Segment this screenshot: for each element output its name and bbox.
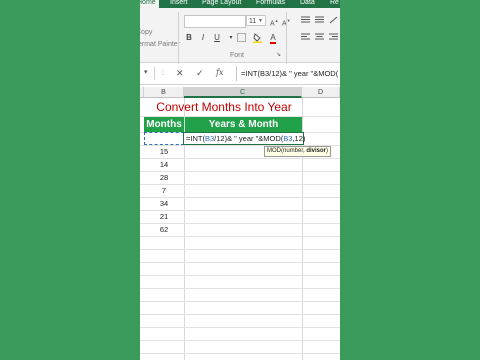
sheet-title-cell[interactable]: Convert Months Into Year xyxy=(146,99,302,116)
insert-function-icon[interactable]: fx xyxy=(216,66,223,80)
tooltip-current-arg: divisor xyxy=(306,148,327,154)
header-cell-years-month[interactable]: Years & Month xyxy=(185,117,302,132)
font-dialog-launcher-icon[interactable]: ↘ xyxy=(276,51,281,60)
tab-insert[interactable]: Insert xyxy=(170,0,188,8)
month-cell[interactable]: 21 xyxy=(144,210,184,223)
increase-font-icon[interactable]: A▲ xyxy=(270,16,279,28)
column-header-c[interactable]: C xyxy=(184,87,302,98)
italic-button[interactable]: I xyxy=(198,33,208,43)
gridline xyxy=(140,301,340,302)
cancel-icon[interactable]: ✕ xyxy=(176,66,184,80)
enter-icon[interactable]: ✓ xyxy=(196,66,204,80)
gridline xyxy=(140,340,340,341)
month-cell[interactable]: 28 xyxy=(144,171,184,184)
month-cell[interactable]: 62 xyxy=(144,223,184,236)
tab-home[interactable]: Home xyxy=(140,0,159,8)
excel-window: Home Insert Page Layout Formulas Data Re… xyxy=(140,0,340,360)
bold-button[interactable]: B xyxy=(184,33,194,43)
ribbon: Copy ermat Painter 11 ▼ A▲ A▼ B I U ▾ A … xyxy=(140,8,340,64)
align-right-icon[interactable] xyxy=(328,33,338,44)
align-left-icon[interactable] xyxy=(300,33,310,44)
group-divider xyxy=(286,12,287,64)
dropdown-arrow-icon[interactable]: ▾ xyxy=(226,33,236,43)
tab-data[interactable]: Data xyxy=(300,0,315,8)
chevron-down-icon: ▼ xyxy=(258,18,263,24)
function-tooltip[interactable]: MOD(number, divisor) xyxy=(264,146,332,157)
font-name-select[interactable] xyxy=(184,15,246,28)
gridline xyxy=(140,249,340,250)
tab-review[interactable]: Re xyxy=(330,0,339,8)
month-cell[interactable]: 7 xyxy=(144,184,184,197)
gridline xyxy=(140,314,340,315)
fill-color-icon[interactable] xyxy=(252,33,262,46)
font-group-label: Font xyxy=(230,52,245,59)
column-header-b[interactable]: B xyxy=(144,87,184,98)
month-cell[interactable]: 34 xyxy=(144,197,184,210)
font-size-select[interactable]: 11 ▼ xyxy=(246,15,266,26)
gridline xyxy=(140,275,340,276)
more-options-icon[interactable]: ⋮ xyxy=(160,66,166,80)
cell-reference: B3 xyxy=(204,134,215,143)
font-color-icon[interactable]: A xyxy=(268,33,278,44)
tab-formulas[interactable]: Formulas xyxy=(256,0,285,8)
gridline xyxy=(140,353,340,354)
align-center-icon[interactable] xyxy=(314,33,324,44)
formula-bar: ▾ ⋮ ✕ ✓ fx =INT(B3/12)& " year "&MOD( xyxy=(140,64,340,85)
column-header-d[interactable]: D xyxy=(302,87,340,98)
group-divider xyxy=(178,12,179,64)
gridline xyxy=(140,236,340,237)
gridline xyxy=(140,327,340,328)
month-cell[interactable]: 15 xyxy=(144,145,184,158)
copy-button[interactable]: Copy xyxy=(140,28,152,37)
tooltip-close-paren: ) xyxy=(326,148,329,154)
tooltip-function: MOD(number, xyxy=(267,148,307,154)
name-box[interactable]: ▾ xyxy=(140,67,155,80)
header-cell-months[interactable]: Months xyxy=(144,117,184,132)
month-cell[interactable]: 14 xyxy=(144,158,184,171)
align-top-icon[interactable] xyxy=(300,16,310,27)
formula-text: /12)& " year "&MOD( xyxy=(214,134,284,143)
formula-text: =INT( xyxy=(186,134,205,143)
name-box-dropdown-icon[interactable]: ▾ xyxy=(144,68,148,76)
active-cell-editor[interactable]: =INT(B3/12)& " year "&MOD(B3,12) xyxy=(183,132,306,145)
underline-button[interactable]: U xyxy=(212,33,222,43)
format-painter-button[interactable]: ermat Painter xyxy=(140,40,180,49)
font-size-value: 11 xyxy=(249,18,257,25)
orientation-icon[interactable] xyxy=(328,16,338,27)
tab-page-layout[interactable]: Page Layout xyxy=(202,0,241,8)
reference-highlight-b3 xyxy=(144,132,184,145)
ribbon-tabs: Home Insert Page Layout Formulas Data Re xyxy=(140,0,340,8)
gridline xyxy=(140,262,340,263)
gridline xyxy=(140,288,340,289)
formula-input[interactable]: =INT(B3/12)& " year "&MOD( xyxy=(236,66,340,81)
align-middle-icon[interactable] xyxy=(314,16,324,27)
formula-text: ,12) xyxy=(292,134,306,143)
borders-icon[interactable] xyxy=(236,33,246,45)
